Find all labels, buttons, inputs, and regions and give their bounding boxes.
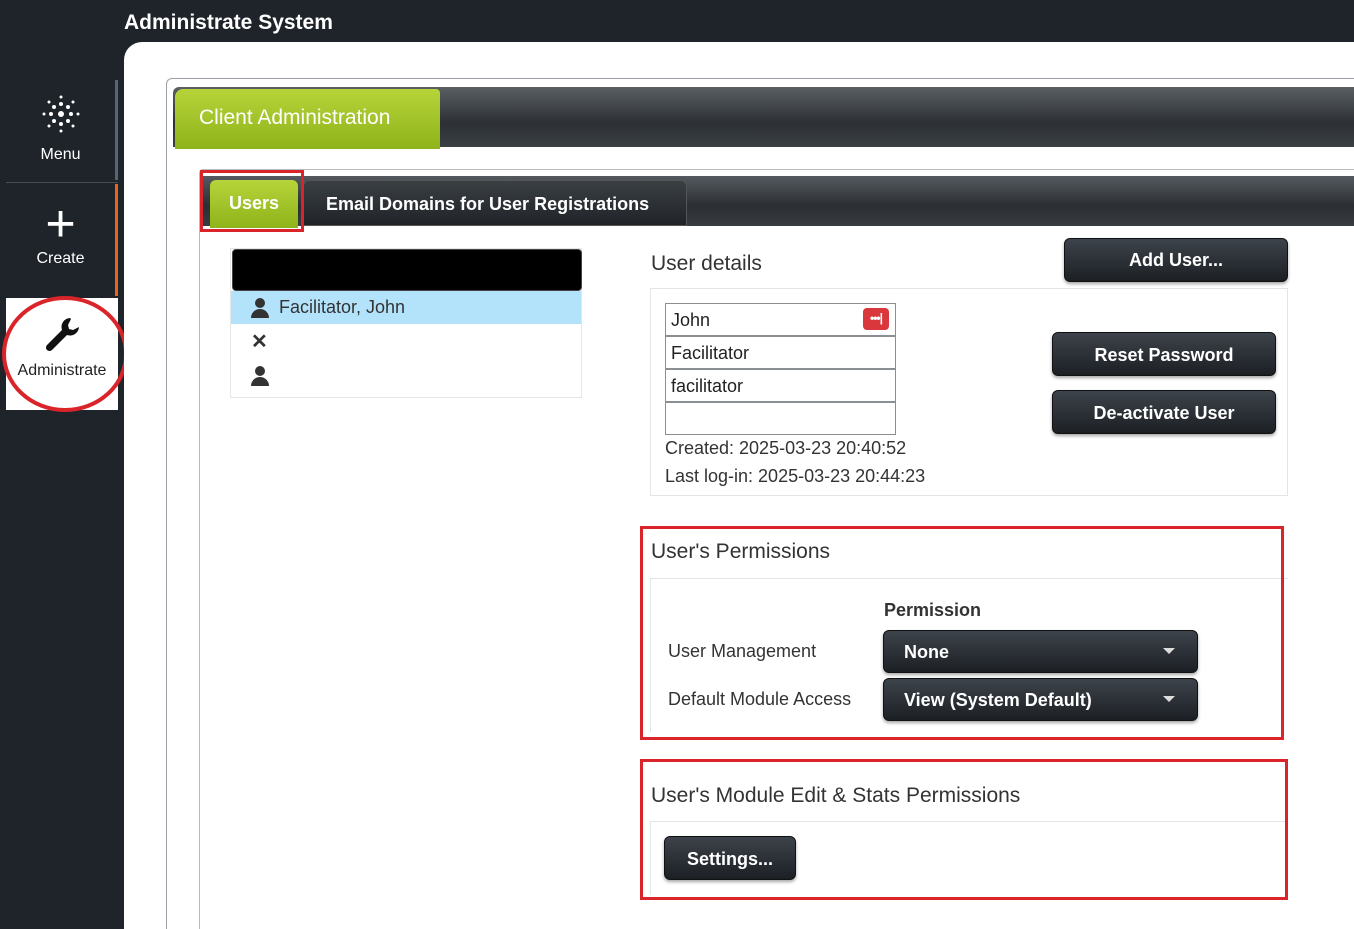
select-value: View (System Default) <box>904 690 1092 710</box>
username-field[interactable]: facilitator <box>665 369 896 402</box>
person-icon <box>251 298 269 318</box>
user-list: Facilitator, John ✕ <box>230 248 582 398</box>
deactivate-user-button[interactable]: De-activate User <box>1052 390 1276 434</box>
password-manager-icon[interactable]: •••| <box>863 308 889 330</box>
permission-column-header: Permission <box>884 600 982 620</box>
sidebar-item-label: Menu <box>40 146 81 163</box>
sidebar-divider <box>6 182 118 183</box>
tab-email-domains[interactable]: Email Domains for User Registrations <box>303 180 687 226</box>
default-module-access-select[interactable]: View (System Default) <box>883 678 1198 721</box>
sidebar-item-administrate[interactable]: Administrate <box>6 298 118 410</box>
add-user-button[interactable]: Add User... <box>1064 238 1288 282</box>
reset-password-button[interactable]: Reset Password <box>1052 332 1276 376</box>
select-value: None <box>904 642 949 662</box>
sidebar-item-label: Create <box>36 250 85 267</box>
list-item[interactable] <box>231 359 581 392</box>
wrench-icon <box>40 312 84 356</box>
client-admin-panel: Client Administration Users Email Domain… <box>166 78 1354 929</box>
user-details-title: User details <box>651 252 762 275</box>
list-item[interactable]: ✕ <box>231 325 581 358</box>
module-permissions-title: User's Module Edit & Stats Permissions <box>651 784 1021 807</box>
title-bar: Administrate System <box>124 0 1354 44</box>
sidebar-item-create[interactable]: + Create <box>6 184 118 296</box>
user-name: Facilitator, John <box>279 297 406 317</box>
chevron-down-icon <box>1163 696 1175 702</box>
chevron-down-icon <box>1163 648 1175 654</box>
list-item[interactable]: Facilitator, John <box>231 291 581 324</box>
last-name-field[interactable]: Facilitator <box>665 336 896 369</box>
tab-client-administration[interactable]: Client Administration <box>175 89 440 149</box>
first-name-value: John <box>671 310 711 330</box>
settings-button[interactable]: Settings... <box>664 836 796 880</box>
permissions-title: User's Permissions <box>651 540 831 563</box>
snowflake-menu-icon <box>39 92 83 136</box>
content-area: Client Administration Users Email Domain… <box>124 42 1354 929</box>
permission-label: Default Module Access <box>668 689 852 709</box>
plus-icon: + <box>45 195 76 253</box>
created-date: Created: 2025-03-23 20:40:52 <box>665 438 907 458</box>
x-icon: ✕ <box>251 331 268 353</box>
sidebar: Menu + Create Administrate <box>0 0 128 929</box>
user-management-select[interactable]: None <box>883 630 1198 673</box>
users-panel: Users Email Domains for User Registratio… <box>199 169 1354 929</box>
first-name-field[interactable]: John •••| <box>665 303 896 336</box>
person-icon <box>251 366 269 386</box>
page-title: Administrate System <box>124 11 333 34</box>
permission-label: User Management <box>668 641 817 661</box>
tab-users[interactable]: Users <box>210 180 298 228</box>
sidebar-item-menu[interactable]: Menu <box>6 80 118 180</box>
app-window: Menu + Create Administrate Administrate … <box>0 0 1354 929</box>
sidebar-item-label: Administrate <box>17 362 107 379</box>
user-search-input[interactable] <box>232 249 582 291</box>
email-field[interactable] <box>665 402 896 435</box>
last-login-date: Last log-in: 2025-03-23 20:44:23 <box>665 466 926 486</box>
